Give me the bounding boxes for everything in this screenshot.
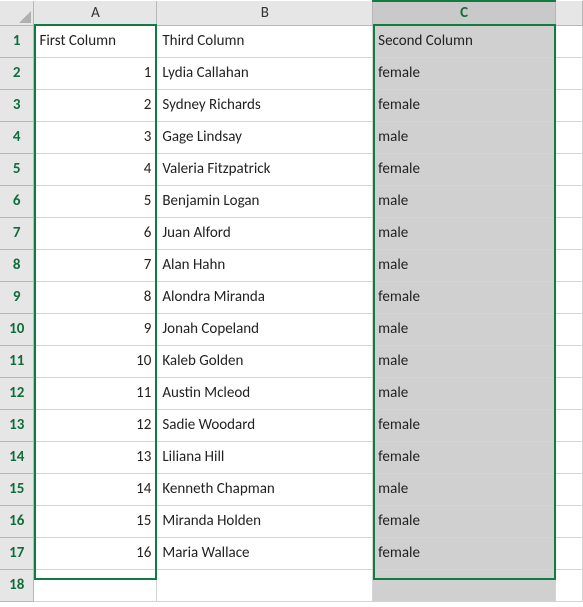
cell[interactable]: 1 <box>34 57 157 89</box>
cell[interactable] <box>556 569 583 601</box>
col-header-C[interactable]: C <box>373 1 556 25</box>
cell[interactable] <box>556 281 583 313</box>
cell[interactable]: 6 <box>34 217 157 249</box>
cell[interactable]: 10 <box>34 345 157 377</box>
row-header[interactable]: 16 <box>0 505 34 537</box>
cell[interactable]: 3 <box>34 121 157 153</box>
cell[interactable]: female <box>373 281 556 313</box>
cell[interactable]: Austin Mcleod <box>157 377 373 409</box>
row-header[interactable]: 2 <box>0 57 34 89</box>
cell[interactable] <box>157 569 373 601</box>
row-header[interactable]: 15 <box>0 473 34 505</box>
row-header[interactable]: 18 <box>0 569 34 601</box>
row-header[interactable]: 3 <box>0 89 34 121</box>
cell[interactable] <box>373 569 556 601</box>
cell[interactable]: Maria Wallace <box>157 537 373 569</box>
cell[interactable]: male <box>373 121 556 153</box>
row-header[interactable]: 4 <box>0 121 34 153</box>
row-header[interactable]: 9 <box>0 281 34 313</box>
cell[interactable]: female <box>373 57 556 89</box>
cell[interactable]: Kenneth Chapman <box>157 473 373 505</box>
cell[interactable]: Benjamin Logan <box>157 185 373 217</box>
cell[interactable] <box>556 441 583 473</box>
cell[interactable]: male <box>373 473 556 505</box>
cell[interactable] <box>556 313 583 345</box>
cell[interactable] <box>556 121 583 153</box>
row-header[interactable]: 12 <box>0 377 34 409</box>
cell[interactable]: 11 <box>34 377 157 409</box>
cell[interactable] <box>556 537 583 569</box>
cell[interactable]: female <box>373 441 556 473</box>
cell[interactable]: 4 <box>34 153 157 185</box>
row-header[interactable]: 14 <box>0 441 34 473</box>
col-header-D[interactable] <box>556 1 583 25</box>
cell[interactable] <box>556 89 583 121</box>
cell[interactable]: Liliana Hill <box>157 441 373 473</box>
cell[interactable]: male <box>373 377 556 409</box>
spreadsheet-grid[interactable]: A B C 1 First Column Third Column Second… <box>0 0 583 602</box>
row-header[interactable]: 11 <box>0 345 34 377</box>
cell[interactable]: Jonah Copeland <box>157 313 373 345</box>
cell[interactable] <box>556 57 583 89</box>
cell[interactable] <box>34 569 157 601</box>
select-all-icon <box>19 11 31 23</box>
cell[interactable]: male <box>373 313 556 345</box>
row-header[interactable]: 5 <box>0 153 34 185</box>
cell[interactable]: Lydia Callahan <box>157 57 373 89</box>
cell[interactable]: female <box>373 505 556 537</box>
cell[interactable]: Gage Lindsay <box>157 121 373 153</box>
cell[interactable]: 12 <box>34 409 157 441</box>
cell[interactable] <box>556 185 583 217</box>
cell[interactable]: female <box>373 89 556 121</box>
select-all-corner[interactable] <box>0 1 34 25</box>
cell[interactable]: 16 <box>34 537 157 569</box>
cell[interactable] <box>556 473 583 505</box>
cell[interactable] <box>556 153 583 185</box>
row-header[interactable]: 6 <box>0 185 34 217</box>
cell[interactable]: male <box>373 185 556 217</box>
row-header[interactable]: 17 <box>0 537 34 569</box>
cell-A1[interactable]: First Column <box>34 25 157 57</box>
cell[interactable]: female <box>373 537 556 569</box>
cell[interactable]: 7 <box>34 249 157 281</box>
row-header[interactable]: 10 <box>0 313 34 345</box>
row-header[interactable]: 1 <box>0 25 34 57</box>
cell[interactable]: 13 <box>34 441 157 473</box>
cell[interactable]: male <box>373 217 556 249</box>
cell[interactable]: Kaleb Golden <box>157 345 373 377</box>
row-header[interactable]: 13 <box>0 409 34 441</box>
cell[interactable]: 2 <box>34 89 157 121</box>
cell[interactable]: 14 <box>34 473 157 505</box>
cell[interactable] <box>556 345 583 377</box>
cell[interactable] <box>556 409 583 441</box>
cell[interactable]: Sydney Richards <box>157 89 373 121</box>
cell-C1[interactable]: Second Column <box>373 25 556 57</box>
cell[interactable] <box>556 377 583 409</box>
cell[interactable]: Alan Hahn <box>157 249 373 281</box>
cell[interactable]: female <box>373 153 556 185</box>
cell[interactable]: female <box>373 409 556 441</box>
cell[interactable] <box>556 217 583 249</box>
cell[interactable]: 15 <box>34 505 157 537</box>
cell[interactable]: Alondra Miranda <box>157 281 373 313</box>
cell[interactable]: 9 <box>34 313 157 345</box>
cell[interactable]: Juan Alford <box>157 217 373 249</box>
row-header[interactable]: 8 <box>0 249 34 281</box>
cell[interactable] <box>556 505 583 537</box>
cell[interactable]: 5 <box>34 185 157 217</box>
col-header-B[interactable]: B <box>157 1 373 25</box>
cell[interactable]: Miranda Holden <box>157 505 373 537</box>
cell[interactable]: 8 <box>34 281 157 313</box>
cell[interactable] <box>556 249 583 281</box>
row-header[interactable]: 7 <box>0 217 34 249</box>
col-header-A[interactable]: A <box>34 1 157 25</box>
cell[interactable]: male <box>373 345 556 377</box>
cell[interactable]: male <box>373 249 556 281</box>
cell[interactable]: Sadie Woodard <box>157 409 373 441</box>
cell-B1[interactable]: Third Column <box>157 25 373 57</box>
cell-D1[interactable] <box>556 25 583 57</box>
cell[interactable]: Valeria Fitzpatrick <box>157 153 373 185</box>
